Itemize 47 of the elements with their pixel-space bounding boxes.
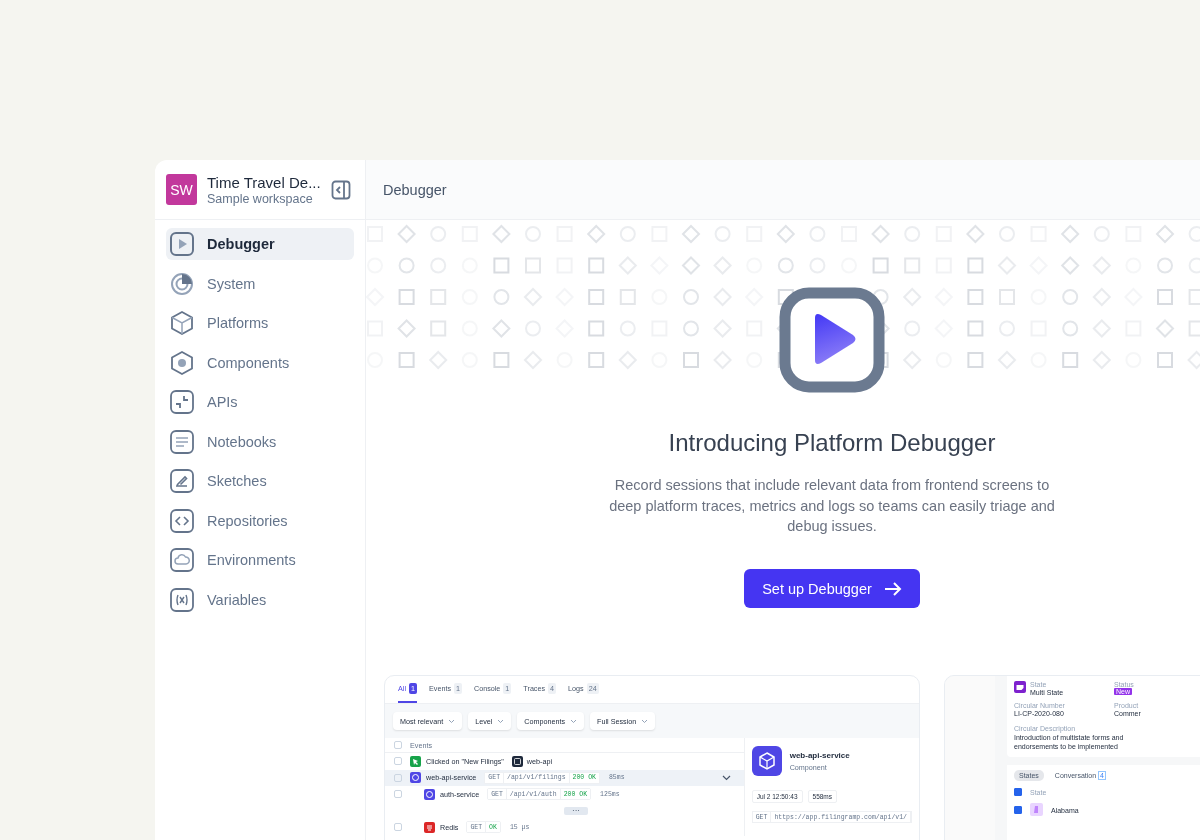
- lines-icon: [169, 428, 195, 455]
- service-icon: [424, 788, 435, 800]
- sidebar-item[interactable]: APIs: [166, 386, 354, 418]
- component-name: web-api-service: [789, 750, 850, 760]
- sidebar-item[interactable]: Platforms: [166, 307, 354, 339]
- chevron-down-icon: [448, 718, 456, 724]
- browser-icon: [511, 755, 523, 767]
- cube-icon: [751, 746, 782, 777]
- cursor-icon: [410, 755, 421, 767]
- workspace-name[interactable]: Time Travel De...: [207, 173, 321, 191]
- arrow-right-icon: [883, 581, 902, 596]
- hexagon-icon: [169, 349, 195, 376]
- sidebar-item[interactable]: Repositories: [166, 504, 354, 537]
- chevron-down-icon: [641, 718, 649, 724]
- workspace-avatar: SW: [166, 174, 197, 205]
- cube-icon: [169, 310, 195, 336]
- code-icon: [169, 507, 195, 534]
- checkbox[interactable]: [1014, 788, 1022, 797]
- sidebar-item[interactable]: Environments: [166, 544, 354, 576]
- cloud-icon: [169, 547, 195, 573]
- play-icon: [779, 287, 885, 393]
- page-title: Debugger: [383, 181, 447, 198]
- collapse-sidebar-icon[interactable]: [331, 179, 351, 200]
- sidebar-item[interactable]: Components: [166, 346, 354, 379]
- sidebar-item[interactable]: Variables: [166, 583, 354, 616]
- chevron-icon[interactable]: [721, 774, 731, 781]
- chevron-down-icon: [570, 718, 578, 724]
- more-rows-button[interactable]: ···: [564, 806, 588, 815]
- setup-button[interactable]: Set up Debugger: [744, 569, 920, 609]
- sidebar-item[interactable]: Notebooks: [166, 425, 354, 458]
- map-icon: [1014, 681, 1026, 694]
- sidebar-item[interactable]: Debugger: [166, 228, 354, 260]
- hero-title: Introducing Platform Debugger: [668, 429, 996, 457]
- state-icon: [1030, 803, 1043, 817]
- service-icon: [410, 772, 421, 784]
- hero-description: Record sessions that include relevant data from frontend screens to deep platform traces, metrics and logs so teams can easily triage and debug issues.: [608, 476, 1056, 537]
- redis-icon: [424, 821, 435, 833]
- variable-icon: [169, 586, 195, 613]
- checkbox[interactable]: [1014, 805, 1022, 814]
- radar-icon: [169, 270, 195, 297]
- sidebar-item[interactable]: Sketches: [166, 465, 354, 497]
- play-icon: [169, 231, 195, 257]
- workspace-subtitle: Sample workspace: [207, 191, 314, 206]
- sidebar-item[interactable]: System: [166, 267, 354, 300]
- chevron-down-icon: [497, 718, 505, 724]
- corners-icon: [169, 389, 195, 415]
- pencil-icon: [169, 468, 195, 494]
